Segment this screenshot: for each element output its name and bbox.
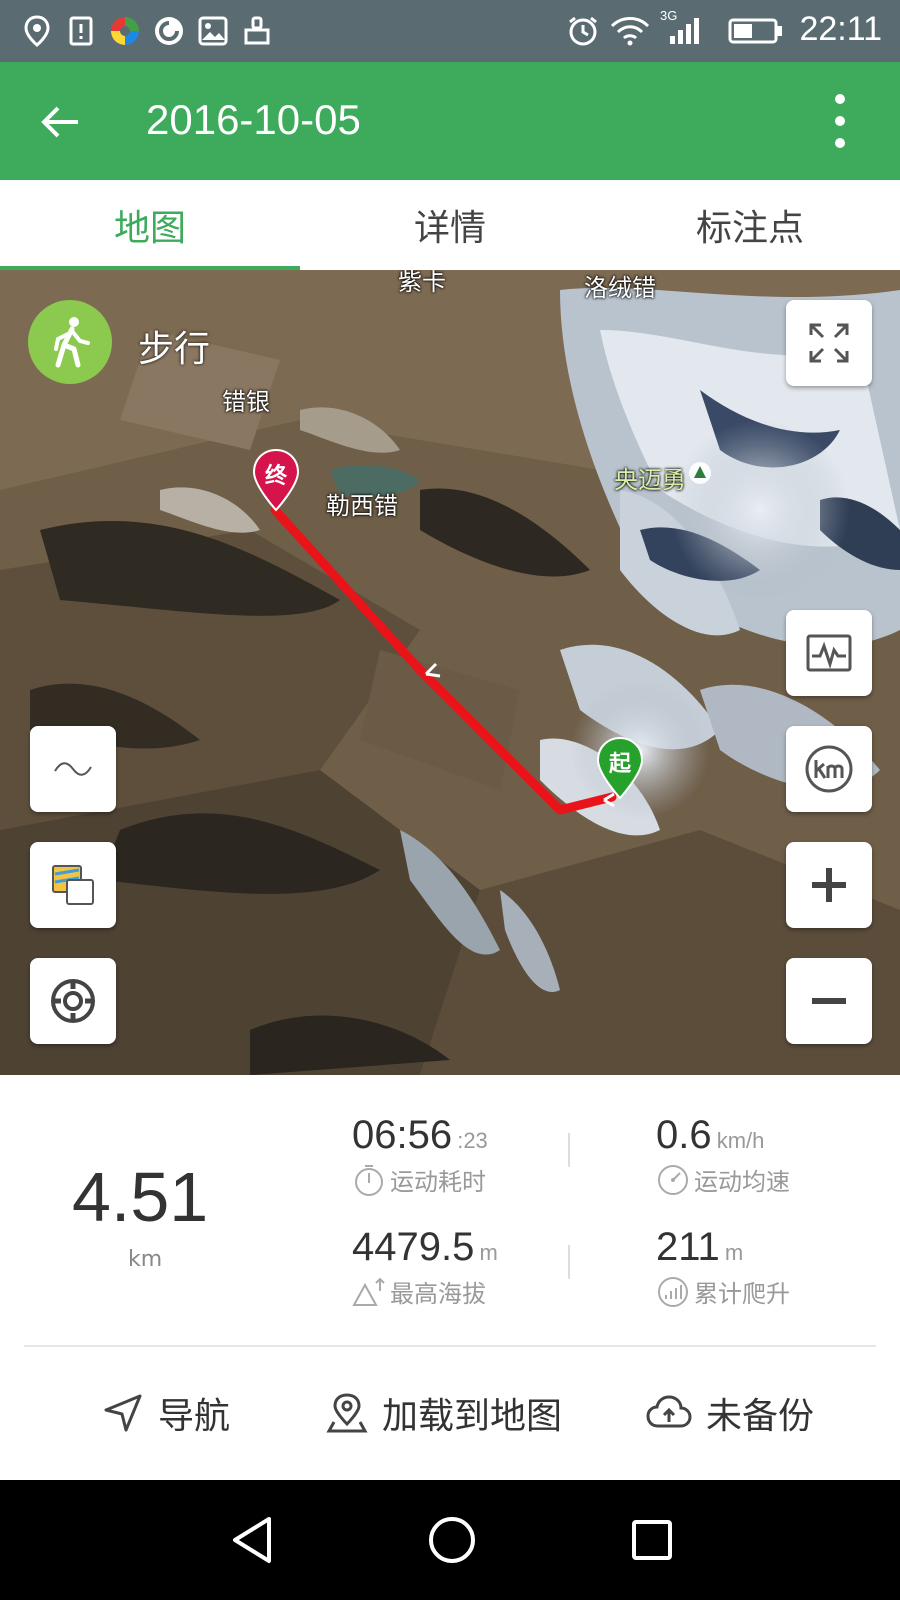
mode-label: 步行 (138, 329, 211, 370)
gallery-icon (196, 14, 230, 48)
peak-label: 央迈勇 (614, 466, 686, 494)
wave-icon (54, 762, 92, 776)
more-options-button[interactable] (820, 88, 860, 154)
map-layer-button[interactable] (30, 842, 116, 928)
avg-speed-value: 0.6 (656, 1113, 712, 1157)
avg-speed-unit: km/h (716, 1128, 765, 1153)
avg-speed-stat: 0.6 km/h 运动均速 (656, 1113, 790, 1197)
arrow-left-icon (41, 106, 78, 138)
place-label: 勒西错 (326, 492, 398, 520)
tab-details[interactable]: 详情 (300, 180, 600, 270)
plus-icon (812, 868, 846, 902)
locate-button[interactable] (30, 958, 116, 1044)
nav-back-button[interactable] (222, 1510, 282, 1570)
system-nav-bar (0, 1480, 900, 1600)
max-altitude-value: 4479.5 (352, 1225, 475, 1269)
battery-icon (728, 14, 784, 48)
divider (568, 1133, 570, 1167)
minus-icon (812, 998, 846, 1004)
more-dot-icon (835, 116, 845, 126)
divider (568, 1245, 570, 1279)
back-button[interactable] (30, 92, 90, 152)
walking-person-icon (54, 317, 90, 368)
load-to-map-label: 加载到地图 (382, 1396, 563, 1437)
avg-speed-label: 运动均速 (694, 1168, 790, 1196)
more-dot-icon (835, 94, 845, 104)
tab-waypoints[interactable]: 标注点 (600, 180, 900, 270)
signal-icon (662, 14, 702, 48)
place-label: 紫卡 (398, 270, 446, 296)
cleaner-icon (240, 14, 274, 48)
load-to-map-button[interactable]: 加载到地图 (326, 1383, 562, 1443)
total-climb-label: 累计爬升 (694, 1280, 790, 1308)
nav-home-button[interactable] (422, 1510, 482, 1570)
duration-stat: 06:56 :23 运动耗时 (352, 1113, 488, 1197)
tab-bar: 地图 详情 标注点 (0, 180, 900, 270)
chart-icon (806, 634, 852, 672)
total-climb-unit: m (724, 1240, 744, 1265)
end-marker-label: 终 (264, 464, 287, 489)
backup-label: 未备份 (706, 1396, 815, 1437)
map-pin-icon (326, 1393, 368, 1433)
tab-map[interactable]: 地图 (0, 180, 300, 270)
max-altitude-unit: m (479, 1240, 498, 1265)
fullscreen-icon (809, 323, 849, 363)
circle-home-icon (429, 1517, 475, 1563)
total-climb-stat: 211 m 累计爬升 (656, 1225, 790, 1309)
duration-seconds: :23 (457, 1128, 488, 1153)
speedometer-icon (658, 1164, 688, 1195)
sim-alert-icon (64, 14, 98, 48)
place-label: 洛绒错 (584, 274, 656, 302)
location-icon (20, 14, 54, 48)
status-bar: 3G 22:11 (0, 0, 900, 62)
nav-recents-button[interactable] (622, 1510, 682, 1570)
wifi-icon (610, 14, 650, 48)
clock: 22:11 (799, 10, 882, 48)
navigate-label: 导航 (158, 1396, 231, 1437)
contour-button[interactable] (30, 726, 116, 812)
walking-mode-badge[interactable] (28, 300, 112, 384)
elevation-chart-button[interactable] (786, 610, 872, 696)
app-bar: 2016-10-05 (0, 62, 900, 180)
km-icon (805, 745, 853, 793)
page-title: 2016-10-05 (146, 96, 361, 143)
map-view[interactable]: 紫卡 洛绒错 错银 勒西错 央迈勇 终 起 步行 (0, 270, 900, 1075)
action-bar: 导航 加载到地图 未备份 (0, 1347, 900, 1480)
end-marker[interactable]: 终 (250, 448, 302, 512)
square-recents-icon (632, 1520, 672, 1560)
distance-value: 4.51 (72, 1158, 209, 1236)
navigate-button[interactable]: 导航 (102, 1383, 230, 1443)
max-altitude-label: 最高海拔 (390, 1280, 486, 1308)
climb-icon (658, 1276, 688, 1307)
duration-value: 06:56 (352, 1113, 453, 1157)
total-climb-value: 211 (656, 1225, 720, 1269)
stopwatch-icon (355, 1164, 383, 1196)
more-dot-icon (835, 138, 845, 148)
backup-button[interactable]: 未备份 (646, 1383, 814, 1443)
fullscreen-button[interactable] (786, 300, 872, 386)
track-stats: 4.51 km 06:56 :23 运动耗时 0.6 km/h 运动均速 447… (0, 1075, 900, 1345)
triangle-back-icon (233, 1517, 271, 1563)
place-label: 错银 (222, 388, 270, 416)
cloud-upload-icon (646, 1395, 692, 1428)
duration-label: 运动耗时 (390, 1168, 486, 1196)
music-icon (152, 14, 186, 48)
layers-icon (52, 865, 94, 905)
alarm-icon (566, 14, 600, 48)
satellite-terrain (0, 270, 900, 1075)
km-markers-button[interactable] (786, 726, 872, 812)
start-marker[interactable]: 起 (594, 736, 646, 800)
navigation-arrow-icon (104, 1394, 142, 1432)
locate-icon (51, 979, 95, 1023)
max-altitude-stat: 4479.5 m 最高海拔 (352, 1225, 498, 1309)
app-screen: 3G 22:11 2016-10-05 地图 详情 标注点 紫卡 洛绒错 错银 … (0, 0, 900, 1600)
mountain-up-icon (352, 1277, 385, 1306)
distance-unit: km (128, 1247, 163, 1272)
start-marker-label: 起 (608, 752, 631, 777)
zoom-out-button[interactable] (786, 958, 872, 1044)
zoom-in-button[interactable] (786, 842, 872, 928)
app-icon (108, 14, 142, 48)
